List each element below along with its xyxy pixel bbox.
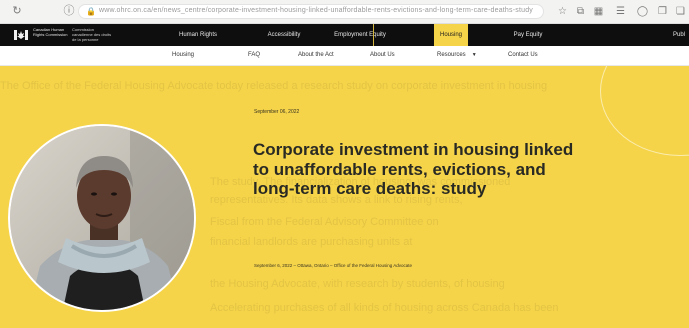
menu-icon[interactable]: ☰: [614, 5, 627, 18]
subnav-faq[interactable]: FAQ: [248, 52, 260, 58]
ghost-text-line: Fiscal from the Federal Advisory Committ…: [210, 216, 439, 228]
subnav-housing[interactable]: Housing: [172, 52, 194, 58]
decorative-arc: [600, 66, 689, 156]
ghost-text-line: The Office of the Federal Housing Advoca…: [0, 80, 548, 92]
subnav-about-the-act[interactable]: About the Act: [298, 52, 334, 58]
subnav-about-us[interactable]: About Us: [370, 52, 395, 58]
browser-toolbar: ↻ ⓘ 🔒 www.ohrc.on.ca/en/news_centre/corp…: [0, 0, 689, 24]
nav-publications[interactable]: Publ: [668, 24, 689, 46]
nav-human-rights[interactable]: Human Rights: [168, 24, 228, 46]
subnav-resources[interactable]: Resources ▼: [437, 52, 477, 58]
url-text: www.ohrc.on.ca/en/news_centre/corporate-…: [99, 7, 533, 14]
logo-text-english[interactable]: Canadian Human Rights Commission: [33, 27, 73, 37]
star-icon[interactable]: ☆: [556, 5, 569, 18]
ghost-text-line: the Housing Advocate, with research by s…: [210, 278, 505, 290]
address-bar[interactable]: 🔒 www.ohrc.on.ca/en/news_centre/corporat…: [78, 4, 544, 19]
share-icon[interactable]: ⧉: [574, 5, 587, 18]
nav-divider: [373, 24, 374, 46]
site-header: Canadian Human Rights Commission Commiss…: [0, 24, 689, 46]
lock-icon: 🔒: [86, 7, 96, 16]
sub-navigation: Housing FAQ About the Act About Us Resou…: [0, 46, 689, 66]
tab-icon[interactable]: ❐: [656, 5, 669, 18]
article-title: Corporate investment in housing linked t…: [253, 140, 574, 198]
nav-employment-equity[interactable]: Employment Equity: [330, 24, 390, 46]
subnav-contact-us[interactable]: Contact Us: [508, 52, 538, 58]
ghost-text-line: Accelerating purchases of all kinds of h…: [210, 302, 559, 314]
extensions-icon[interactable]: ▦: [592, 5, 605, 18]
subnav-resources-label: Resources: [437, 52, 466, 58]
profile-icon[interactable]: ◯: [636, 5, 649, 18]
nav-pay-equity[interactable]: Pay Equity: [498, 24, 558, 46]
nav-housing[interactable]: Housing: [434, 24, 468, 46]
article-byline: September 6, 2022 – Ottawa, Ontario – Of…: [254, 263, 413, 268]
info-icon[interactable]: ⓘ: [62, 4, 76, 18]
hero-banner: The Office of the Federal Housing Advoca…: [0, 66, 689, 328]
ghost-text-line: financial landlords are purchasing units…: [210, 236, 413, 248]
chevron-down-icon: ▼: [471, 52, 477, 58]
window-icon[interactable]: ❏: [674, 5, 687, 18]
logo-text-french[interactable]: Commission canadienne des droits de la p…: [72, 27, 112, 42]
article-date: September 06, 2022: [254, 109, 300, 115]
flag-logo-icon[interactable]: [14, 28, 28, 42]
nav-accessibility[interactable]: Accessibility: [254, 24, 314, 46]
portrait-image: [8, 124, 196, 312]
refresh-icon[interactable]: ↻: [10, 4, 24, 18]
